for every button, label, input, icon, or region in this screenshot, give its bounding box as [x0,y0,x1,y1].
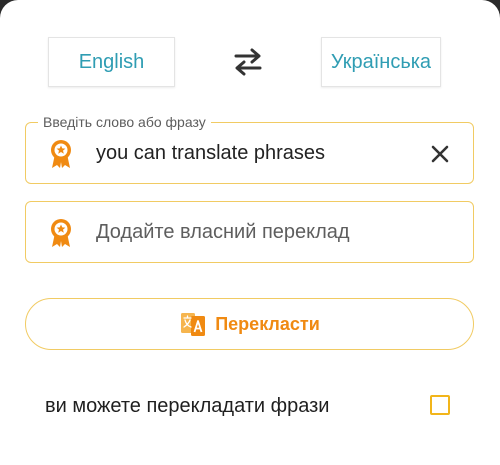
source-language-button[interactable]: English [48,37,175,87]
custom-translation-field[interactable]: Додайте власний переклад [25,201,474,263]
swap-arrows-icon[interactable] [230,46,266,78]
translator-card: English Українська Введіть слово або фра… [0,0,500,465]
translate-button[interactable]: Перекласти [25,298,474,350]
custom-translation-placeholder: Додайте власний переклад [96,220,350,243]
target-language-label: Українська [330,50,432,73]
result-checkbox[interactable] [430,395,450,415]
translate-icon [181,313,206,336]
close-icon[interactable] [431,145,449,163]
translation-result: ви можете перекладати фрази [45,395,330,417]
ribbon-badge-icon [51,140,71,168]
target-language-button[interactable]: Українська [321,37,441,87]
source-language-label: English [78,50,145,73]
translate-button-label: Перекласти [215,313,320,334]
source-text-value: you can translate phrases [96,141,326,164]
ribbon-badge-icon [51,219,71,247]
source-text-field[interactable]: Введіть слово або фразу you can translat… [25,114,474,184]
